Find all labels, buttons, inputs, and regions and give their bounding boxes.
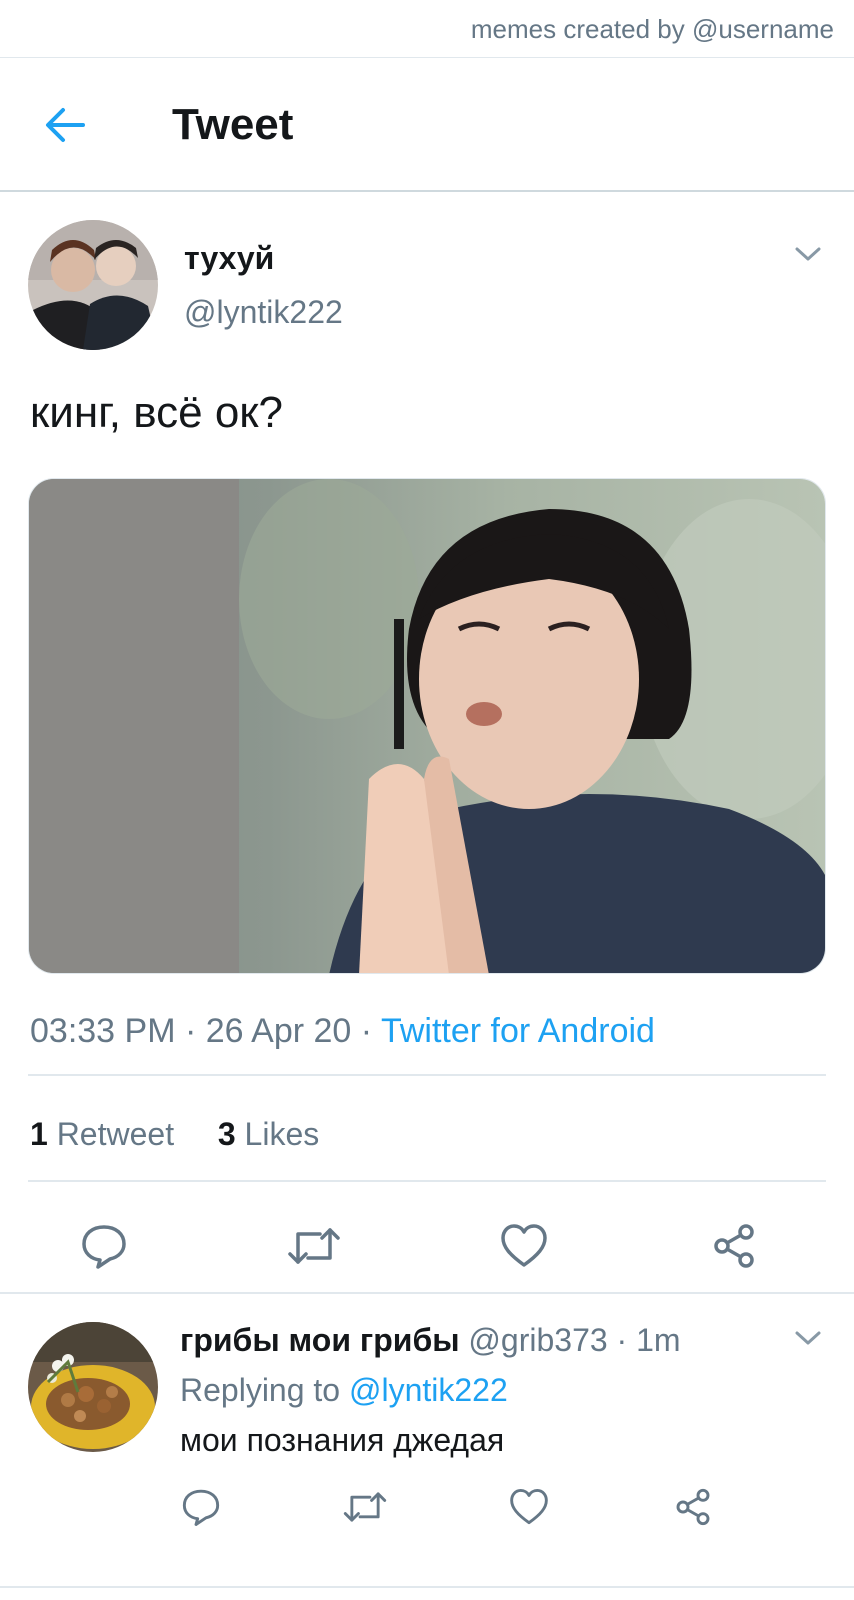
like-button[interactable] xyxy=(496,1218,552,1274)
watermark-bar: memes created by @username xyxy=(0,0,854,58)
meta-separator: · xyxy=(616,1322,637,1358)
retweets-label: Retweet xyxy=(56,1116,175,1152)
divider xyxy=(28,1180,826,1182)
avatar[interactable] xyxy=(28,220,158,350)
reply-header: грибы мои грибы @grib373 · 1m xyxy=(180,1322,681,1359)
tweet-date: 26 Apr 20 xyxy=(205,1012,352,1050)
chevron-down-icon[interactable] xyxy=(792,240,824,268)
reply-avatar-image xyxy=(28,1322,158,1452)
retweet-icon xyxy=(343,1492,387,1522)
like-icon xyxy=(510,1489,548,1525)
display-name[interactable]: тухуй xyxy=(184,240,274,277)
reply-tweet[interactable]: грибы мои грибы @grib373 · 1m Replying t… xyxy=(0,1322,854,1592)
likes-count: 3 xyxy=(217,1116,236,1152)
tweet-time: 03:33 PM xyxy=(30,1012,176,1050)
divider xyxy=(0,1586,854,1588)
reply-icon xyxy=(182,1489,220,1526)
replying-to-link[interactable]: @lyntik222 xyxy=(349,1372,508,1408)
like-icon xyxy=(501,1224,547,1267)
back-button[interactable] xyxy=(40,100,90,150)
user-handle[interactable]: @lyntik222 xyxy=(184,294,343,331)
divider xyxy=(28,1074,826,1076)
media-image xyxy=(29,479,825,973)
reply-text: мои познания джедая xyxy=(180,1422,505,1458)
arrow-left-icon xyxy=(46,108,85,142)
reply-time: 1m xyxy=(636,1322,681,1358)
reply-avatar[interactable] xyxy=(28,1322,158,1452)
replying-to-label: Replying to xyxy=(180,1372,341,1408)
chevron-down-icon[interactable] xyxy=(792,1324,824,1352)
watermark-text: memes created by @username xyxy=(470,14,834,44)
replying-to: Replying to @lyntik222 xyxy=(180,1372,508,1409)
share-icon xyxy=(676,1488,710,1526)
tweet-source-link[interactable]: Twitter for Android xyxy=(381,1012,655,1050)
tweet-media[interactable] xyxy=(28,478,826,974)
retweet-icon xyxy=(288,1228,340,1264)
retweet-button[interactable] xyxy=(286,1218,342,1274)
reply-button[interactable] xyxy=(76,1218,132,1274)
tweet-meta: 03:33 PM · 26 Apr 20 · Twitter for Andro… xyxy=(30,1012,655,1051)
reply-actions xyxy=(0,1482,854,1542)
tweet-stats: 1 Retweet 3 Likes xyxy=(30,1116,319,1153)
meta-separator: · xyxy=(184,1012,206,1050)
app-header: Tweet xyxy=(0,58,854,192)
page-title: Tweet xyxy=(172,100,294,149)
reply-icon xyxy=(82,1225,126,1269)
retweets-count: 1 xyxy=(30,1116,48,1152)
avatar-image xyxy=(28,220,158,350)
share-button[interactable] xyxy=(668,1482,718,1532)
share-button[interactable] xyxy=(706,1218,762,1274)
divider xyxy=(0,1292,854,1294)
like-button[interactable] xyxy=(504,1482,554,1532)
reply-display-name[interactable]: грибы мои грибы xyxy=(180,1322,460,1358)
retweet-button[interactable] xyxy=(340,1482,390,1532)
tweet-text: кинг, всё ок? xyxy=(30,388,284,437)
share-icon xyxy=(714,1224,754,1268)
meta-separator: · xyxy=(360,1012,381,1050)
reply-button[interactable] xyxy=(176,1482,226,1532)
reply-handle[interactable]: @grib373 xyxy=(468,1322,607,1358)
likes-stat[interactable]: 3 Likes xyxy=(218,1116,319,1152)
likes-label: Likes xyxy=(244,1116,320,1152)
retweets-stat[interactable]: 1 Retweet xyxy=(30,1116,174,1152)
tweet-actions xyxy=(0,1202,854,1288)
